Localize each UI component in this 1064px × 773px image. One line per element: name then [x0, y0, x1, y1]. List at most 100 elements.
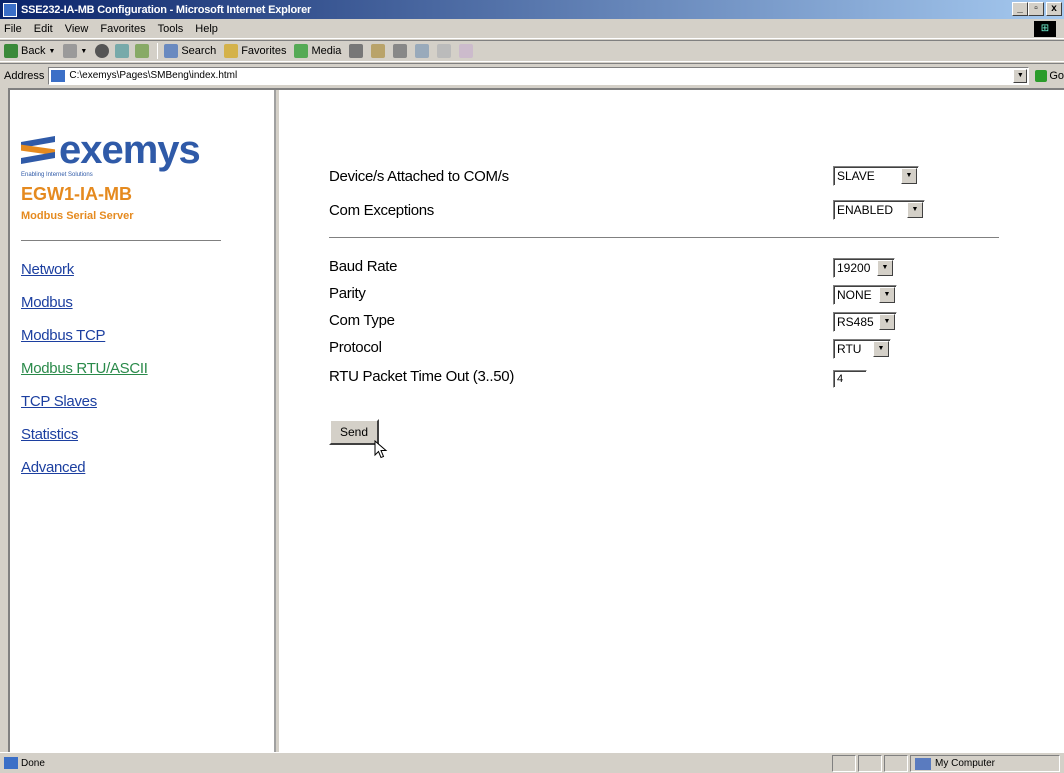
- status-panels: My Computer: [830, 755, 1060, 772]
- logo-mark-icon: [21, 136, 57, 164]
- print-icon[interactable]: [393, 44, 408, 58]
- media-label: Media: [311, 45, 342, 57]
- menu-favorites[interactable]: Favorites: [94, 23, 151, 35]
- logo-wordmark: exemys: [59, 128, 201, 172]
- window-title: SSE232-IA-MB Configuration - Microsoft I…: [21, 3, 312, 16]
- back-button[interactable]: Back ▼: [4, 44, 55, 58]
- protocol-value: RTU: [837, 342, 862, 356]
- page-content: exemys Enabling Internet Solutions EGW1-…: [8, 88, 1064, 752]
- status-panel-progress: [832, 755, 856, 772]
- stop-icon[interactable]: [95, 44, 110, 58]
- devices-label: Device/s Attached to COM/s: [329, 168, 509, 185]
- search-label: Search: [181, 45, 217, 57]
- forward-arrow-icon: [63, 44, 78, 58]
- maximize-button[interactable]: ▫: [1028, 2, 1044, 16]
- discuss-icon[interactable]: [437, 44, 452, 58]
- refresh-icon[interactable]: [115, 44, 130, 58]
- com-type-label: Com Type: [329, 312, 395, 329]
- logo-tagline: Enabling Internet Solutions: [21, 172, 93, 178]
- config-form: Device/s Attached to COM/s SLAVE ▼ Com E…: [279, 90, 1064, 752]
- com-type-select[interactable]: RS485 ▼: [833, 312, 897, 332]
- forward-button[interactable]: ▼: [63, 44, 87, 58]
- edit-icon[interactable]: [415, 44, 430, 58]
- home-icon[interactable]: [135, 44, 150, 58]
- nav-link-advanced[interactable]: Advanced: [21, 458, 148, 491]
- favorites-label: Favorites: [241, 45, 287, 57]
- menu-tools[interactable]: Tools: [152, 23, 190, 35]
- search-icon: [164, 44, 179, 58]
- parity-select[interactable]: NONE ▼: [833, 285, 897, 305]
- mouse-cursor-icon: [374, 440, 388, 459]
- address-bar: Address C:\exemys\Pages\SMBeng\index.htm…: [0, 63, 1064, 87]
- sidebar-frame: exemys Enabling Internet Solutions EGW1-…: [10, 90, 276, 752]
- favorites-button[interactable]: Favorites: [224, 44, 286, 58]
- status-panel-security: [858, 755, 882, 772]
- nav-link-tcp-slaves[interactable]: TCP Slaves: [21, 392, 148, 425]
- title-bar: SSE232-IA-MB Configuration - Microsoft I…: [0, 0, 1064, 19]
- parity-value: NONE: [837, 288, 872, 302]
- go-button[interactable]: Go: [1035, 69, 1064, 82]
- zone-label: My Computer: [935, 758, 996, 769]
- back-label: Back: [21, 45, 46, 57]
- page-icon: [51, 69, 66, 82]
- messenger-icon[interactable]: [459, 44, 474, 58]
- product-subtitle: Modbus Serial Server: [21, 210, 134, 222]
- address-dropdown-icon[interactable]: ▼: [1013, 68, 1028, 83]
- nav-link-modbus[interactable]: Modbus: [21, 293, 148, 326]
- dropdown-arrow-icon[interactable]: ▼: [873, 341, 889, 357]
- devices-select[interactable]: SLAVE ▼: [833, 166, 919, 186]
- timeout-label: RTU Packet Time Out (3..50): [329, 368, 515, 385]
- address-label: Address: [4, 69, 45, 82]
- protocol-select[interactable]: RTU ▼: [833, 339, 891, 359]
- menu-view[interactable]: View: [59, 23, 95, 35]
- my-computer-icon: [915, 757, 931, 770]
- dropdown-arrow-icon[interactable]: ▼: [879, 314, 895, 330]
- media-icon: [294, 44, 309, 58]
- nav-link-statistics[interactable]: Statistics: [21, 425, 148, 458]
- dropdown-arrow-icon[interactable]: ▼: [877, 260, 893, 276]
- back-dropdown-icon: ▼: [48, 47, 56, 55]
- menu-bar: File Edit View Favorites Tools Help ⊞: [0, 19, 1064, 39]
- baud-rate-select[interactable]: 19200 ▼: [833, 258, 895, 278]
- history-icon[interactable]: [349, 44, 364, 58]
- section-divider: [329, 237, 999, 239]
- windows-logo-icon: ⊞: [1034, 21, 1056, 37]
- menu-edit[interactable]: Edit: [28, 23, 59, 35]
- product-name: EGW1-IA-MB: [21, 184, 132, 204]
- toolbar-separator: [157, 43, 159, 59]
- send-button[interactable]: Send: [329, 419, 379, 445]
- nav-link-modbus-rtu-ascii[interactable]: Modbus RTU/ASCII: [21, 359, 148, 392]
- address-input[interactable]: C:\exemys\Pages\SMBeng\index.html ▼: [48, 66, 1030, 85]
- parity-label: Parity: [329, 285, 366, 302]
- exceptions-select-value: ENABLED: [837, 203, 894, 217]
- page-done-icon: [4, 757, 18, 769]
- devices-select-value: SLAVE: [837, 169, 875, 183]
- menu-file[interactable]: File: [0, 23, 28, 35]
- timeout-input[interactable]: 4: [833, 370, 867, 388]
- baud-rate-value: 19200: [837, 261, 871, 275]
- dropdown-arrow-icon[interactable]: ▼: [901, 168, 917, 184]
- dropdown-arrow-icon[interactable]: ▼: [907, 202, 923, 218]
- nav-link-modbus-tcp[interactable]: Modbus TCP: [21, 326, 148, 359]
- go-arrow-icon: [1035, 69, 1048, 82]
- favorites-icon: [224, 44, 239, 58]
- sidebar-nav: Network Modbus Modbus TCP Modbus RTU/ASC…: [21, 260, 148, 491]
- menu-help[interactable]: Help: [189, 23, 224, 35]
- protocol-label: Protocol: [329, 339, 382, 356]
- status-text: Done: [21, 757, 45, 769]
- window-controls: _ ▫ x: [1012, 2, 1062, 16]
- mail-icon[interactable]: [371, 44, 386, 58]
- dropdown-arrow-icon[interactable]: ▼: [879, 287, 895, 303]
- search-button[interactable]: Search: [164, 44, 216, 58]
- close-button[interactable]: x: [1046, 2, 1062, 16]
- media-button[interactable]: Media: [294, 44, 341, 58]
- minimize-button[interactable]: _: [1012, 2, 1028, 16]
- exemys-logo: exemys: [21, 128, 201, 172]
- exceptions-select[interactable]: ENABLED ▼: [833, 200, 925, 220]
- nav-link-network[interactable]: Network: [21, 260, 148, 293]
- back-arrow-icon: [4, 44, 18, 58]
- status-panel-privacy: [884, 755, 908, 772]
- status-bar: Done My Computer: [0, 752, 1064, 773]
- ie-window-icon: [3, 2, 17, 17]
- go-label: Go: [1049, 69, 1064, 82]
